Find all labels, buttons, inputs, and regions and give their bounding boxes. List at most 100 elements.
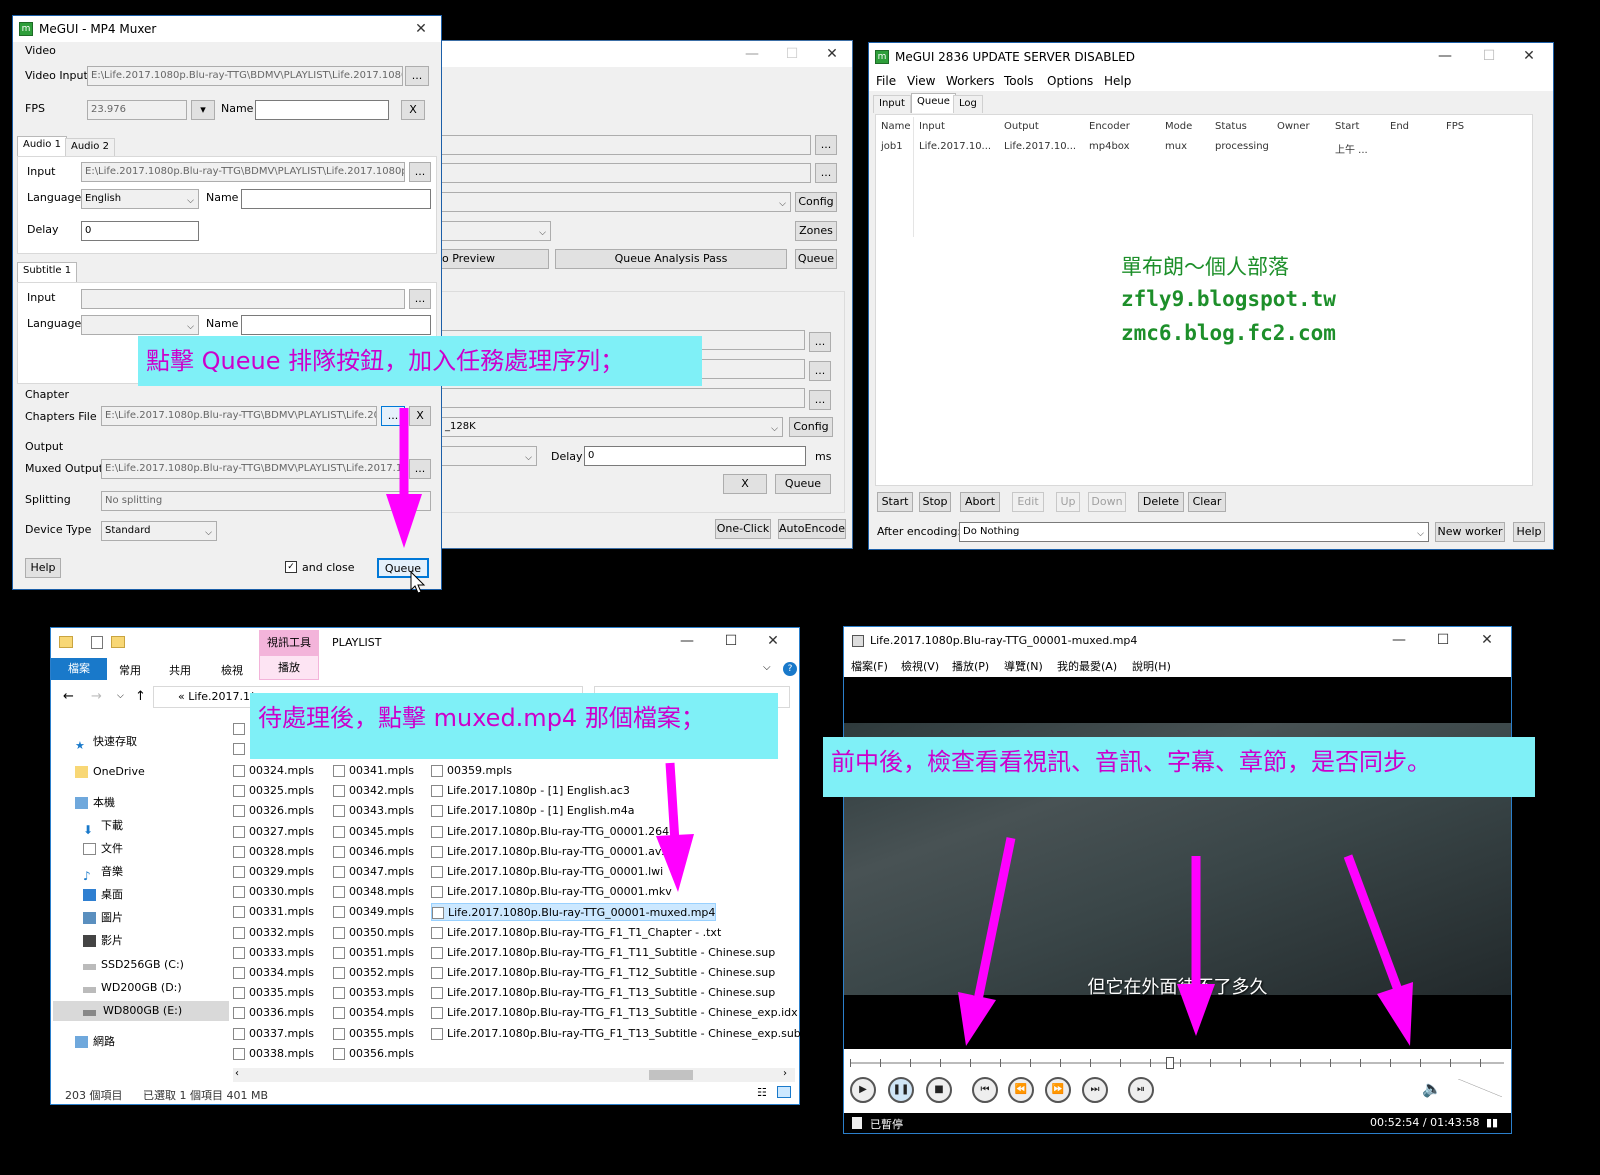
nav-pictures[interactable]: 圖片 [79, 908, 123, 928]
file-item[interactable]: 00345.mpls [333, 823, 414, 841]
file-item[interactable]: 00350.mpls [333, 924, 414, 942]
audio-name-field[interactable] [241, 189, 431, 209]
nav-network[interactable]: 網路 [71, 1032, 115, 1052]
recent-chevron-icon[interactable]: ⌵ [117, 691, 124, 701]
play-button[interactable]: ▶ [850, 1077, 876, 1103]
bg-audio-browse-3[interactable]: ... [809, 390, 831, 410]
audio-browse-button[interactable]: ... [409, 162, 431, 182]
delete-button[interactable]: Delete [1138, 492, 1184, 512]
file-item[interactable]: 00324.mpls [233, 762, 314, 780]
abort-button[interactable]: Abort [960, 492, 1000, 512]
menu-player-play[interactable]: 播放(P) [952, 658, 989, 674]
file-item[interactable]: 00351.mpls [333, 944, 414, 962]
file-item[interactable]: Life.2017.1080p.Blu-ray-TTG_00001.avs [431, 843, 667, 861]
maximize-icon[interactable]: ☐ [1469, 43, 1509, 69]
file-list[interactable]: 00324.mpls 00325.mpls 00326.mpls 00327.mpls… [233, 716, 801, 1066]
file-item[interactable]: 00343.mpls [333, 802, 414, 820]
file-item[interactable]: 00326.mpls [233, 802, 314, 820]
tab-input[interactable]: Input [873, 95, 911, 113]
file-item[interactable]: Life.2017.1080p.Blu-ray-TTG_F1_T1_Chapte… [431, 924, 721, 942]
file-item-partial[interactable] [233, 720, 249, 738]
nav-this-pc[interactable]: 本機 [71, 793, 115, 813]
nav-onedrive[interactable]: OneDrive [71, 762, 145, 782]
close-icon[interactable]: ✕ [401, 16, 441, 42]
file-item[interactable]: 00348.mpls [333, 883, 414, 901]
next-button[interactable]: ⏭ [1082, 1077, 1108, 1103]
bg-audio-queue-button[interactable]: Queue [775, 474, 831, 494]
file-item-partial[interactable] [233, 740, 249, 758]
maximize-icon[interactable]: ☐ [772, 41, 812, 67]
file-item[interactable]: 00355.mpls [333, 1025, 414, 1043]
file-item[interactable]: 00359.mpls [431, 762, 512, 780]
file-item[interactable]: Life.2017.1080p.Blu-ray-TTG_00001.lwi [431, 863, 663, 881]
up-button[interactable]: Up [1056, 492, 1080, 512]
menu-player-view[interactable]: 檢視(V) [901, 658, 939, 674]
bg-combo-1[interactable]: ⌵ [441, 192, 791, 212]
bg-audio-combo[interactable]: ⌵ [441, 446, 537, 466]
stop-button[interactable]: Stop [919, 492, 951, 512]
audio-input-field[interactable]: E:\Life.2017.1080p.Blu-ray-TTG\BDMV\PLAY… [81, 162, 405, 182]
file-item[interactable]: 00336.mpls [233, 1004, 314, 1022]
subtitle-input-field[interactable] [81, 289, 405, 309]
file-item[interactable]: 00338.mpls [233, 1045, 314, 1063]
file-item[interactable]: 00356.mpls [333, 1045, 414, 1063]
file-item[interactable]: 00349.mpls [333, 903, 414, 921]
bg-combo-2[interactable]: ⌵ [441, 221, 551, 241]
audio-preset-combo[interactable]: _128K ⌵ [441, 417, 783, 437]
video-name-field[interactable] [255, 100, 389, 120]
file-item[interactable]: Life.2017.1080p.Blu-ray-TTG_F1_T11_Subti… [431, 944, 775, 962]
after-encoding-select[interactable]: Do Nothing ⌵ [959, 522, 1429, 542]
audio-language-select[interactable]: English ⌵ [81, 189, 199, 209]
minimize-icon[interactable]: — [1379, 627, 1419, 653]
forward-button[interactable]: ⏩ [1045, 1077, 1071, 1103]
nav-documents[interactable]: 文件 [79, 839, 123, 859]
file-item[interactable]: Life.2017.1080p - [1] English.ac3 [431, 782, 630, 800]
muxer-queue-button[interactable]: Queue [377, 558, 429, 578]
nav-downloads[interactable]: ⬇ 下載 [79, 816, 123, 837]
file-item[interactable]: 00331.mpls [233, 903, 314, 921]
fps-dropdown[interactable]: ▾ [191, 100, 215, 120]
edit-button[interactable]: Edit [1012, 492, 1044, 512]
bg-browse-1[interactable]: ... [815, 135, 837, 155]
menu-help[interactable]: Help [1104, 74, 1131, 88]
seek-thumb[interactable] [1166, 1057, 1174, 1069]
bg-audio-browse-1[interactable]: ... [809, 332, 831, 352]
video-browse-button[interactable]: ... [405, 66, 429, 86]
tab-audio-2[interactable]: Audio 2 [65, 138, 115, 156]
file-item[interactable]: 00352.mpls [333, 964, 414, 982]
queue-analysis-button[interactable]: Queue Analysis Pass [555, 249, 787, 269]
nav-music[interactable]: ♪ 音樂 [79, 862, 123, 883]
menu-options[interactable]: Options [1047, 74, 1093, 88]
bg-audio-browse-2[interactable]: ... [809, 361, 831, 381]
nav-desktop[interactable]: 桌面 [79, 885, 123, 905]
chapters-clear-button[interactable]: X [409, 406, 431, 426]
chapters-file-field[interactable]: E:\Life.2017.1080p.Blu-ray-TTG\BDMV\PLAY… [101, 406, 377, 426]
bg-queue-button[interactable]: Queue [795, 249, 837, 269]
file-item[interactable]: Life.2017.1080p.Blu-ray-TTG_F1_T12_Subti… [431, 964, 775, 982]
nav-drive-e[interactable]: WD800GB (E:) [53, 1001, 229, 1021]
bg-browse-2[interactable]: ... [815, 163, 837, 183]
start-button[interactable]: Start [877, 492, 913, 512]
file-item[interactable]: 00327.mpls [233, 823, 314, 841]
file-item[interactable]: 00328.mpls [233, 843, 314, 861]
nav-videos[interactable]: 影片 [79, 931, 123, 951]
file-item[interactable]: 00354.mpls [333, 1004, 414, 1022]
muxed-output-browse-button[interactable]: ... [409, 459, 431, 479]
tab-audio-1[interactable]: Audio 1 [17, 136, 67, 156]
chapters-browse-button[interactable]: ... [381, 406, 405, 426]
file-item[interactable]: Life.2017.1080p.Blu-ray-TTG_F1_T13_Subti… [431, 1025, 801, 1043]
muxed-output-field[interactable]: E:\Life.2017.1080p.Blu-ray-TTG\BDMV\PLAY… [101, 459, 405, 479]
seek-bar[interactable] [850, 1055, 1504, 1071]
ribbon-tab-play[interactable]: 播放 [259, 656, 319, 680]
volume-icon[interactable]: 🔈 [1422, 1079, 1442, 1098]
video-clear-button[interactable]: X [401, 100, 425, 120]
back-icon[interactable]: ← [63, 689, 74, 704]
file-item[interactable]: 00329.mpls [233, 863, 314, 881]
minimize-icon[interactable]: — [732, 41, 772, 67]
menu-workers[interactable]: Workers [946, 74, 995, 88]
file-item[interactable]: 00335.mpls [233, 984, 314, 1002]
tab-subtitle-1[interactable]: Subtitle 1 [17, 262, 78, 282]
bg-x-button[interactable]: X [723, 474, 767, 494]
scroll-thumb[interactable] [649, 1070, 693, 1080]
details-view-icon[interactable]: ☷ [757, 1086, 767, 1099]
